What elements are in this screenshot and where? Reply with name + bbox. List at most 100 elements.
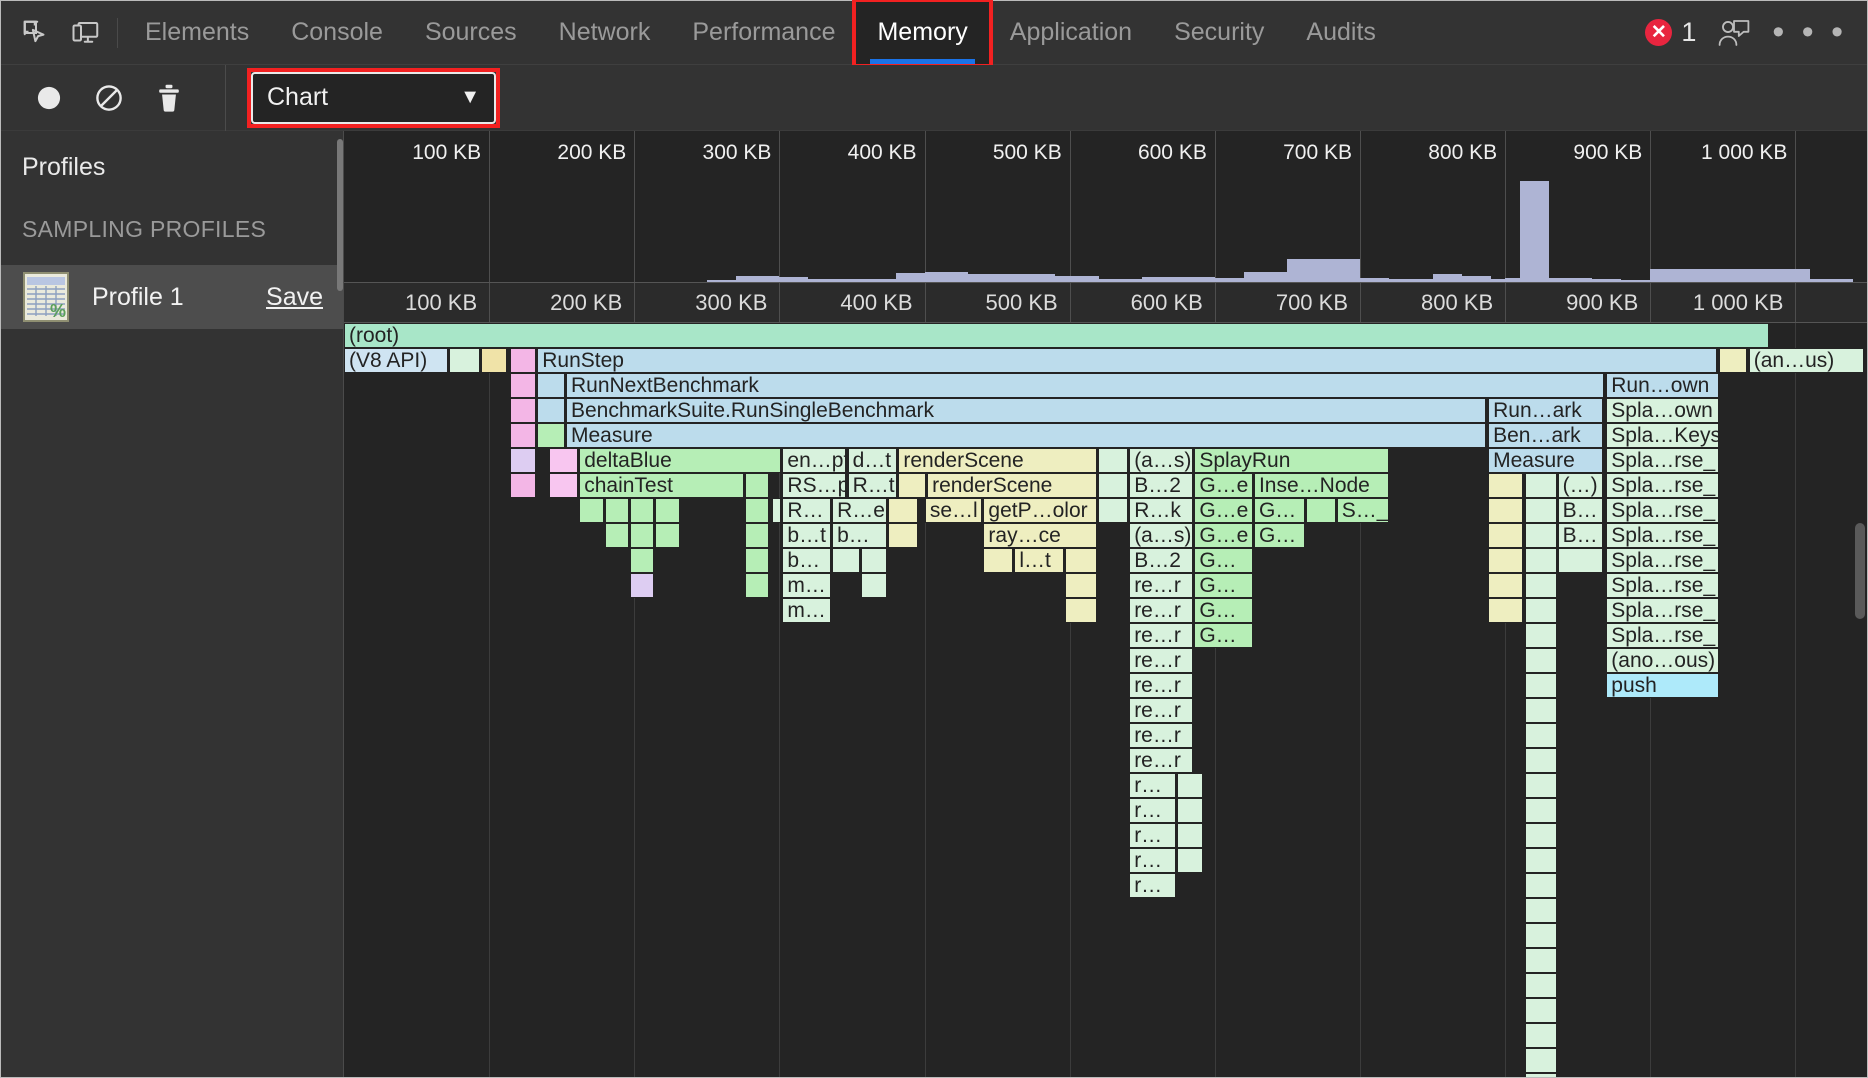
allocation-overview-chart[interactable]: 100 KB200 KB300 KB400 KB500 KB600 KB700 … [344, 131, 1867, 283]
flame-cell-unlabeled[interactable] [1525, 473, 1557, 498]
flame-cell-unlabeled[interactable] [1098, 498, 1128, 523]
flame-cell-unlabeled[interactable] [510, 348, 537, 373]
flame-cell[interactable]: re…r [1129, 698, 1193, 723]
flame-cell[interactable]: G… [1194, 548, 1253, 573]
flame-cell-unlabeled[interactable] [1488, 473, 1523, 498]
flame-cell-unlabeled[interactable] [1525, 523, 1557, 548]
flame-cell-unlabeled[interactable] [481, 348, 508, 373]
flame-cell[interactable]: (…) [1558, 473, 1603, 498]
flame-cell-unlabeled[interactable] [1525, 923, 1557, 948]
flame-cell[interactable]: G… [1194, 623, 1253, 648]
flame-cell-unlabeled[interactable] [1525, 1073, 1557, 1077]
flame-cell-unlabeled[interactable] [1525, 798, 1557, 823]
flame-cell-unlabeled[interactable] [1525, 1023, 1557, 1048]
flame-cell[interactable]: R…t [848, 473, 898, 498]
flame-cell[interactable]: b… [782, 548, 831, 573]
flame-cell-unlabeled[interactable] [1065, 573, 1097, 598]
flame-cell-unlabeled[interactable] [1525, 1048, 1557, 1073]
flame-cell[interactable]: B…2 [1129, 548, 1193, 573]
flame-cell-unlabeled[interactable] [1488, 598, 1523, 623]
flame-cell-selected[interactable]: push [1606, 673, 1719, 698]
view-mode-select[interactable]: Chart ▼ [251, 72, 496, 124]
flame-cell-unlabeled[interactable] [888, 498, 918, 523]
flame-cell[interactable]: B… [1558, 523, 1603, 548]
flame-cell-unlabeled[interactable] [630, 523, 654, 548]
flame-cell[interactable]: Run…ark [1488, 398, 1603, 423]
flame-cell[interactable]: Spla…rse_ [1606, 548, 1719, 573]
flame-cell[interactable]: Spla…rse_ [1606, 573, 1719, 598]
flame-cell-unlabeled[interactable] [1177, 798, 1204, 823]
flame-cell[interactable]: (an…us) [1749, 348, 1864, 373]
flame-cell[interactable]: Measure [566, 423, 1486, 448]
flame-cell-unlabeled[interactable] [1488, 498, 1523, 523]
flame-cell-unlabeled[interactable] [772, 498, 781, 523]
flame-cell-unlabeled[interactable] [1525, 698, 1557, 723]
record-circle-icon[interactable] [19, 73, 79, 123]
flame-cell-unlabeled[interactable] [1525, 548, 1557, 573]
flame-cell[interactable]: re…r [1129, 648, 1193, 673]
flame-cell[interactable]: Spla…rse_ [1606, 448, 1719, 473]
tab-memory[interactable]: Memory [856, 2, 988, 64]
flame-cell-unlabeled[interactable] [1177, 773, 1204, 798]
tab-elements[interactable]: Elements [124, 2, 270, 64]
flame-cell[interactable]: r… [1129, 773, 1175, 798]
flame-cell[interactable]: (ano…ous) [1606, 648, 1719, 673]
flame-cell-unlabeled[interactable] [1525, 723, 1557, 748]
flame-cell-unlabeled[interactable] [1525, 848, 1557, 873]
flame-cell-unlabeled[interactable] [537, 398, 565, 423]
flame-cell-unlabeled[interactable] [1098, 473, 1128, 498]
flame-cell[interactable]: getP…olor [983, 498, 1097, 523]
flame-cell-unlabeled[interactable] [655, 498, 679, 523]
flame-chart-scrollbar[interactable] [1855, 523, 1865, 619]
flame-cell-unlabeled[interactable] [832, 548, 860, 573]
flame-cell[interactable]: BenchmarkSuite.RunSingleBenchmark [566, 398, 1486, 423]
flame-cell[interactable]: r… [1129, 873, 1175, 898]
flame-cell[interactable]: re…r [1129, 623, 1193, 648]
flame-cell[interactable]: B…2 [1129, 473, 1193, 498]
flame-cell[interactable]: chainTest [579, 473, 744, 498]
flame-cell[interactable]: Spla…rse_ [1606, 623, 1719, 648]
flame-cell[interactable]: r… [1129, 848, 1175, 873]
flame-cell[interactable]: Spla…rse_ [1606, 498, 1719, 523]
flame-cell[interactable]: SplayRun [1194, 448, 1388, 473]
flame-cell[interactable]: G… [1194, 598, 1253, 623]
flame-cell[interactable]: B… [1558, 498, 1603, 523]
tab-security[interactable]: Security [1153, 2, 1285, 64]
flame-cell-unlabeled[interactable] [1177, 848, 1204, 873]
flame-cell[interactable]: R… [782, 498, 831, 523]
flame-cell[interactable]: Spla…rse_ [1606, 523, 1719, 548]
flame-cell-unlabeled[interactable] [1525, 823, 1557, 848]
tab-audits[interactable]: Audits [1285, 2, 1396, 64]
flame-cell[interactable]: RunNextBenchmark [566, 373, 1604, 398]
flame-cell-unlabeled[interactable] [630, 498, 654, 523]
delete-trash-icon[interactable] [139, 73, 199, 123]
flame-cell[interactable]: re…r [1129, 598, 1193, 623]
flame-cell[interactable]: (a…s) [1129, 448, 1193, 473]
flame-cell-unlabeled[interactable] [1525, 948, 1557, 973]
flame-cell[interactable]: en…pt [782, 448, 846, 473]
flame-cell-unlabeled[interactable] [745, 473, 769, 498]
flame-cell[interactable]: m… [782, 598, 831, 623]
flame-cell[interactable]: d…t [848, 448, 898, 473]
tab-console[interactable]: Console [270, 2, 404, 64]
flame-cell[interactable]: re…r [1129, 748, 1193, 773]
flame-cell[interactable]: Ben…ark [1488, 423, 1603, 448]
flame-cell-unlabeled[interactable] [1558, 548, 1603, 573]
flame-cell-unlabeled[interactable] [449, 348, 480, 373]
flame-cell[interactable]: R…k [1129, 498, 1193, 523]
flame-cell-unlabeled[interactable] [1065, 598, 1097, 623]
flame-cell[interactable]: G… [1194, 573, 1253, 598]
flame-cell[interactable]: ray…ce [983, 523, 1097, 548]
flame-cell-unlabeled[interactable] [745, 498, 769, 523]
flame-cell[interactable]: b…t [782, 523, 831, 548]
timeline-ruler[interactable]: 100 KB200 KB300 KB400 KB500 KB600 KB700 … [344, 283, 1867, 323]
flame-cell-unlabeled[interactable] [1525, 623, 1557, 648]
flame-cell-unlabeled[interactable] [549, 473, 578, 498]
flame-cell[interactable]: R…e [832, 498, 887, 523]
flame-cell-unlabeled[interactable] [510, 473, 537, 498]
flame-cell-unlabeled[interactable] [655, 523, 679, 548]
flame-cell-unlabeled[interactable] [1488, 573, 1523, 598]
flame-cell[interactable]: m… [782, 573, 831, 598]
flame-cell[interactable]: RunStep [537, 348, 1716, 373]
flame-cell[interactable]: (V8 API) [344, 348, 448, 373]
